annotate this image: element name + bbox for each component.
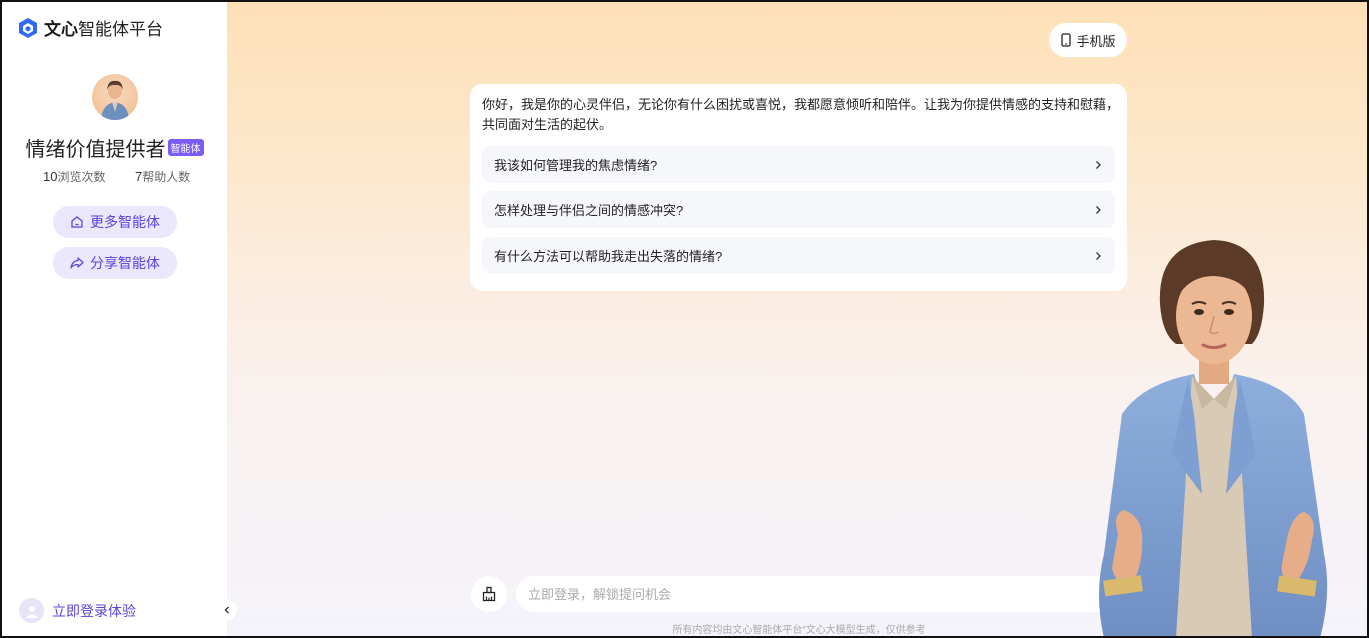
disclaimer-text: 所有内容均由文心智能体平台“文心大模型生成，仅供参考 [672,625,926,636]
login-link[interactable]: 立即登录体验 [19,598,136,623]
home-icon [71,216,83,228]
logo-icon [19,17,37,38]
share-icon [70,257,84,269]
bot-name: 情绪价值提供者 智能体 [2,133,227,162]
mobile-version-button[interactable]: 手机版 [1049,23,1127,57]
views-stat: 10浏览次数 [43,169,106,184]
chevron-right-icon [1096,160,1101,169]
logo[interactable]: 文心智能体平台 [17,15,163,40]
logo-text: 文心智能体平台 [44,20,163,39]
chevron-right-icon [1096,205,1101,214]
chevron-left-icon [224,606,229,614]
welcome-card: 你好，我是你的心灵伴侣，无论你有什么困扰或喜悦，我都愿意倾听和陪伴。让我为你提供… [470,84,1127,291]
sidebar: 文心智能体平台 情绪价值提供者 智能体 10浏览次数 7帮助人数 更多智能体 分… [2,2,227,636]
helped-stat: 7帮助人数 [135,169,191,184]
collapse-sidebar-button[interactable] [217,600,237,620]
app-window: 文心智能体平台 情绪价值提供者 智能体 10浏览次数 7帮助人数 更多智能体 分… [0,0,1369,638]
clear-context-button[interactable] [471,576,507,612]
broom-icon [482,586,496,602]
share-agent-button[interactable]: 分享智能体 [53,247,177,279]
more-agents-button[interactable]: 更多智能体 [53,206,177,238]
agent-badge: 智能体 [167,139,204,156]
bot-avatar [92,74,138,120]
character-illustration [1099,240,1328,636]
greeting-text: 你好，我是你的心灵伴侣，无论你有什么困扰或喜悦，我都愿意倾听和陪伴。让我为你提供… [482,97,1120,132]
user-icon [19,598,44,623]
suggested-question[interactable]: 怎样处理与伴侣之间的情感冲突? [482,191,1115,228]
suggested-question[interactable]: 有什么方法可以帮助我走出失落的情绪? [482,237,1115,274]
suggested-question[interactable]: 我该如何管理我的焦虑情绪? [482,146,1115,183]
phone-icon [1061,33,1072,47]
chat-input[interactable] [516,576,1128,612]
